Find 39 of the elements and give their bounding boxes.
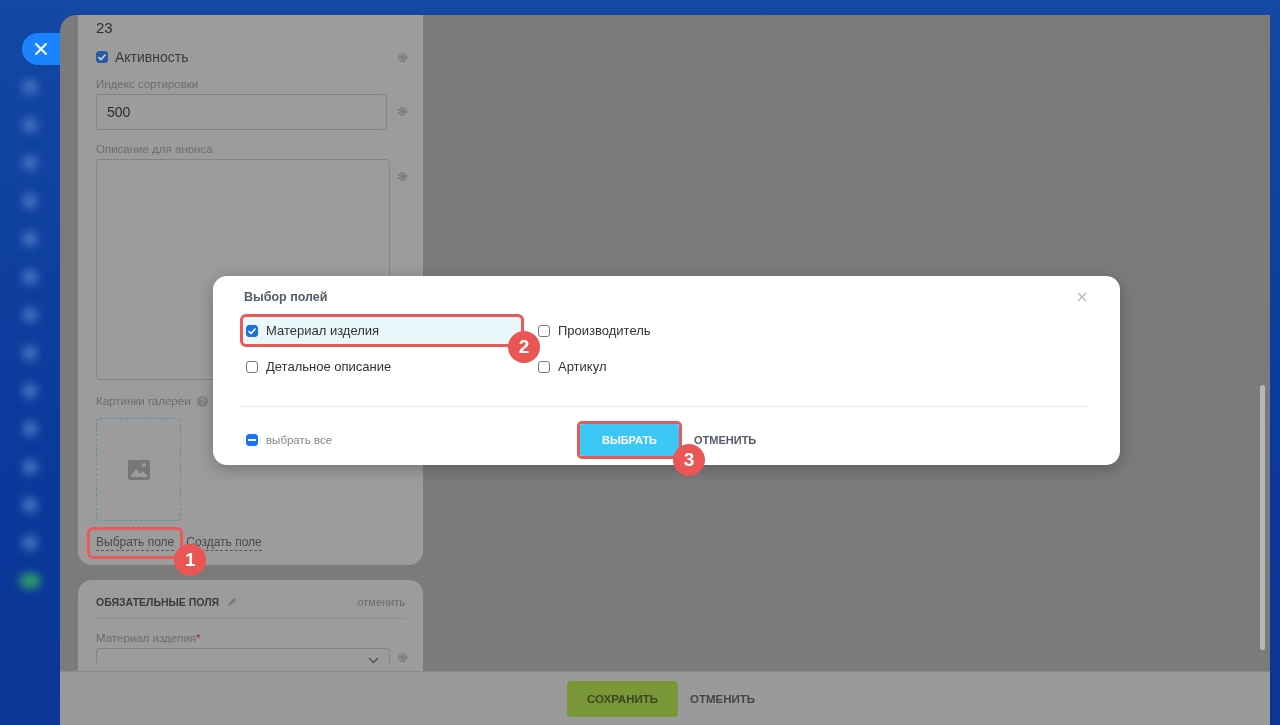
settings-icon[interactable] bbox=[397, 652, 408, 663]
close-button[interactable] bbox=[22, 33, 60, 65]
checkbox[interactable] bbox=[538, 324, 550, 337]
footer-button[interactable]: ОТМЕНИТЬ bbox=[690, 680, 756, 717]
select-field[interactable] bbox=[96, 648, 390, 664]
pencil-icon[interactable] bbox=[227, 597, 238, 607]
checkmark-icon bbox=[97, 52, 107, 62]
checkbox[interactable] bbox=[246, 324, 258, 337]
help-icon[interactable] bbox=[196, 395, 208, 407]
field-option[interactable]: Артикул bbox=[538, 355, 607, 378]
field-option[interactable]: Детальное описание bbox=[246, 355, 392, 378]
dashed-link[interactable]: Создать поле bbox=[186, 535, 262, 551]
image-dropzone[interactable] bbox=[96, 418, 181, 521]
input-field[interactable]: 500 bbox=[96, 94, 387, 130]
active-checkbox-row[interactable]: Активность bbox=[96, 49, 189, 65]
settings-icon[interactable] bbox=[397, 171, 408, 182]
settings-icon[interactable] bbox=[397, 106, 408, 117]
select-all-checkbox-row[interactable]: выбрать все bbox=[246, 434, 577, 446]
chevron-down-icon bbox=[368, 657, 379, 664]
field-option[interactable]: Производитель bbox=[538, 319, 651, 342]
checkbox[interactable] bbox=[538, 360, 550, 373]
field-option[interactable]: Материал изделия bbox=[246, 319, 380, 342]
footer-button[interactable]: СОХРАНИТЬ bbox=[567, 680, 679, 717]
checkbox[interactable] bbox=[246, 360, 258, 373]
image-icon bbox=[127, 459, 150, 480]
checkbox[interactable] bbox=[246, 434, 258, 446]
dashed-link[interactable]: Выбрать поле bbox=[96, 535, 175, 551]
required-asterisk: * bbox=[196, 632, 201, 644]
step-badge: 2 bbox=[508, 331, 540, 363]
checkbox[interactable] bbox=[96, 51, 108, 63]
section-title: ОБЯЗАТЕЛЬНЫЕ ПОЛЯ bbox=[96, 596, 220, 608]
close-icon bbox=[34, 42, 48, 56]
checkmark-icon bbox=[247, 325, 257, 336]
sort-number: 23 bbox=[96, 19, 114, 37]
minus-icon bbox=[248, 439, 256, 441]
settings-icon[interactable] bbox=[397, 51, 408, 63]
close-icon[interactable] bbox=[1077, 292, 1087, 302]
scrollbar-thumb[interactable] bbox=[1260, 385, 1265, 650]
dialog-title: Выбор полей bbox=[244, 290, 328, 304]
